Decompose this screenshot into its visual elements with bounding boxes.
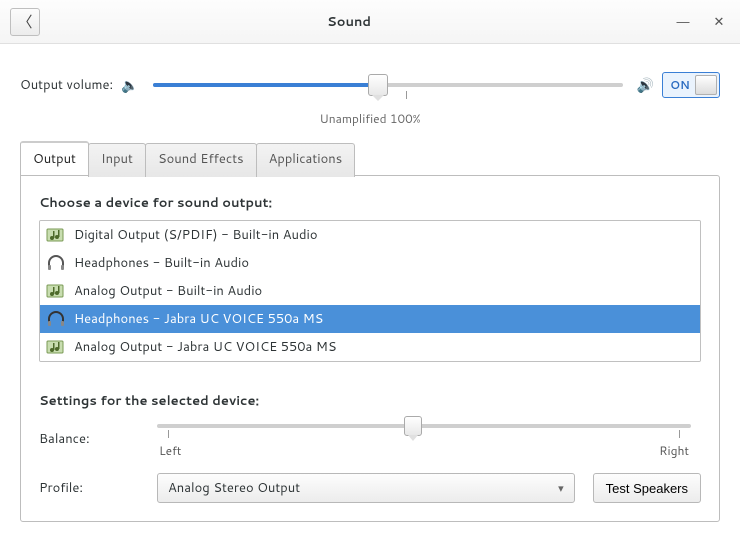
profile-value: Analog Stereo Output — [168, 479, 300, 497]
toggle-label: ON — [665, 77, 695, 93]
device-row[interactable]: Headphones - Jabra UC VOICE 550a MS — [40, 305, 700, 333]
volume-unamplified-tick — [406, 91, 407, 99]
device-label: Analog Output - Built-in Audio — [74, 282, 262, 300]
output-device-list: Digital Output (S/PDIF) - Built-in Audio… — [39, 220, 701, 362]
soundcard-icon — [46, 282, 66, 300]
test-speakers-label: Test Speakers — [606, 481, 688, 496]
output-volume-toggle[interactable]: ON — [662, 72, 720, 98]
soundcard-icon — [46, 226, 66, 244]
balance-area: Balance: Left Right — [39, 418, 701, 459]
balance-slider[interactable] — [157, 424, 691, 428]
device-row[interactable]: Digital Output (S/PDIF) - Built-in Audio — [40, 221, 700, 249]
chevron-down-icon: ▾ — [558, 480, 564, 496]
volume-slider-fill — [153, 83, 379, 87]
close-button[interactable]: ✕ — [708, 11, 730, 33]
headphones-icon — [46, 254, 66, 272]
toggle-knob — [695, 75, 717, 95]
tab-output[interactable]: Output — [20, 141, 89, 175]
window-title: Sound — [40, 13, 658, 31]
minimize-icon: — — [677, 14, 690, 29]
device-row[interactable]: Analog Output - Jabra UC VOICE 550a MS — [40, 333, 700, 361]
output-volume-row: Output volume: 🔈 🔊 ON — [20, 72, 720, 98]
device-label: Headphones - Built-in Audio — [74, 254, 249, 272]
device-label: Digital Output (S/PDIF) - Built-in Audio — [74, 226, 318, 244]
speaker-low-icon: 🔈 — [121, 75, 138, 95]
tab-bar: OutputInputSound EffectsApplications — [20, 141, 720, 175]
device-label: Analog Output - Jabra UC VOICE 550a MS — [74, 338, 336, 356]
balance-right-label: Right — [659, 442, 689, 459]
titlebar: 〈 Sound — ✕ — [0, 0, 740, 44]
choose-device-label: Choose a device for sound output: — [39, 194, 701, 212]
chevron-left-icon: 〈 — [17, 11, 32, 32]
output-volume-label: Output volume: — [20, 76, 113, 94]
device-row[interactable]: Headphones - Built-in Audio — [40, 249, 700, 277]
device-row[interactable]: Analog Output - Built-in Audio — [40, 277, 700, 305]
headphones-icon — [46, 310, 66, 328]
volume-slider-thumb[interactable] — [368, 74, 388, 96]
device-label: Headphones - Jabra UC VOICE 550a MS — [74, 310, 323, 328]
back-button[interactable]: 〈 — [10, 8, 40, 36]
soundcard-icon — [46, 338, 66, 356]
test-speakers-button[interactable]: Test Speakers — [593, 473, 701, 503]
settings-label: Settings for the selected device: — [39, 392, 701, 410]
profile-row: Profile: Analog Stereo Output ▾ Test Spe… — [39, 473, 701, 503]
speaker-high-icon: 🔊 — [637, 75, 654, 95]
balance-left-label: Left — [159, 442, 181, 459]
minimize-button[interactable]: — — [672, 11, 694, 33]
profile-label: Profile: — [39, 479, 139, 497]
tab-input[interactable]: Input — [88, 143, 146, 177]
output-panel: Choose a device for sound output: Digita… — [20, 175, 720, 522]
content-area: Output volume: 🔈 🔊 ON Unamplified 100% O… — [0, 44, 740, 542]
tab-applications[interactable]: Applications — [256, 143, 356, 177]
close-icon: ✕ — [714, 14, 725, 30]
tab-sound-effects[interactable]: Sound Effects — [145, 143, 257, 177]
balance-ticks — [157, 430, 691, 440]
volume-tick-label: Unamplified 100% — [20, 110, 720, 127]
output-volume-slider[interactable] — [153, 83, 623, 87]
profile-combo[interactable]: Analog Stereo Output ▾ — [157, 473, 575, 503]
balance-label: Balance: — [39, 430, 139, 448]
